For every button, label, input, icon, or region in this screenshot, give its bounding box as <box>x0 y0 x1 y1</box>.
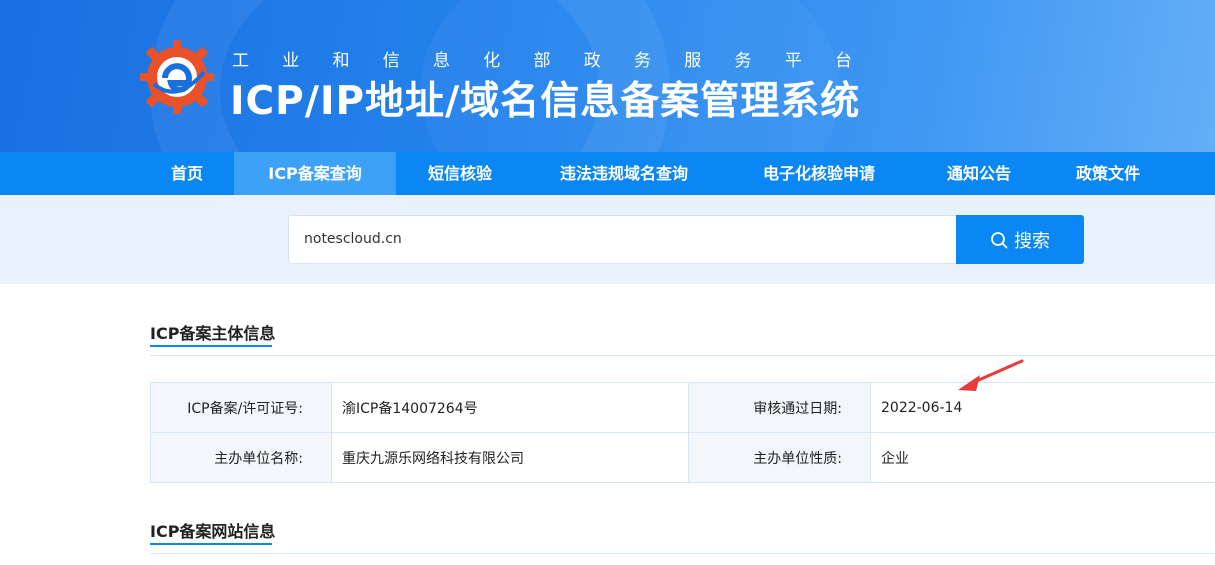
nav-item-sms-verify[interactable]: 短信核验 <box>396 152 524 195</box>
field-value: 重庆九源乐网络科技有限公司 <box>331 432 689 483</box>
website-section-title: ICP备案网站信息 <box>150 522 276 541</box>
section-underline <box>150 543 272 545</box>
field-value: 渝ICP备14007264号 <box>331 382 689 433</box>
nav-item-icp-query[interactable]: ICP备案查询 <box>234 152 396 195</box>
subject-info-table: ICP备案/许可证号: 渝ICP备14007264号 审核通过日期: 2022-… <box>150 382 1215 483</box>
search-input[interactable]: notescloud.cn <box>288 215 957 264</box>
annotation-arrow-icon <box>958 359 1024 391</box>
subtitle-char: 和 <box>332 51 350 71</box>
section-divider <box>150 355 1215 356</box>
subject-section-title: ICP备案主体信息 <box>150 324 276 343</box>
section-underline <box>150 345 272 347</box>
subtitle-char: 工 <box>232 51 249 71</box>
table-row: ICP备案/许可证号: 渝ICP备14007264号 审核通过日期: 2022-… <box>150 382 1215 433</box>
subtitle-char: 务 <box>734 51 752 71</box>
ministry-subtitle: 工 业 和 信 息 化 部 政 务 服 务 平 台 <box>232 46 852 71</box>
nav-item-illegal-domain-query[interactable]: 违法违规域名查询 <box>524 152 724 195</box>
miit-logo-icon <box>140 40 214 114</box>
subtitle-char: 息 <box>433 51 450 71</box>
subtitle-char: 政 <box>583 51 601 71</box>
subtitle-char: 平 <box>784 51 802 71</box>
field-value: 2022-06-14 <box>870 382 1215 433</box>
subtitle-char: 台 <box>835 51 852 71</box>
subtitle-char: 务 <box>634 51 651 71</box>
search-icon <box>991 231 1008 248</box>
nav-item-e-verify-apply[interactable]: 电子化核验申请 <box>724 152 914 195</box>
subtitle-char: 部 <box>533 51 551 71</box>
field-value: 企业 <box>870 432 1215 483</box>
nav-item-policy-docs[interactable]: 政策文件 <box>1044 152 1172 195</box>
field-label: 审核通过日期: <box>688 382 871 433</box>
system-title: ICP/IP地址/域名信息备案管理系统 <box>230 79 861 124</box>
field-label: 主办单位名称: <box>150 432 332 483</box>
section-divider <box>150 553 1215 554</box>
table-row: 主办单位名称: 重庆九源乐网络科技有限公司 主办单位性质: 企业 <box>150 432 1215 483</box>
subtitle-char: 信 <box>382 51 400 71</box>
field-label: ICP备案/许可证号: <box>150 382 332 433</box>
subtitle-char: 服 <box>684 51 702 71</box>
header-banner: 工 业 和 信 息 化 部 政 务 服 务 平 台 ICP/IP地址/域名信息备… <box>0 0 1215 152</box>
nav-item-home[interactable]: 首页 <box>140 152 234 195</box>
search-area: notescloud.cn 搜索 <box>0 195 1215 284</box>
field-label: 主办单位性质: <box>688 432 871 483</box>
search-button[interactable]: 搜索 <box>956 215 1084 264</box>
main-nav: 首页 ICP备案查询 短信核验 违法违规域名查询 电子化核验申请 通知公告 政策… <box>0 152 1215 195</box>
subtitle-char: 业 <box>282 51 300 71</box>
nav-item-notices[interactable]: 通知公告 <box>914 152 1044 195</box>
subtitle-char: 化 <box>483 51 501 71</box>
search-button-label: 搜索 <box>1014 230 1050 252</box>
